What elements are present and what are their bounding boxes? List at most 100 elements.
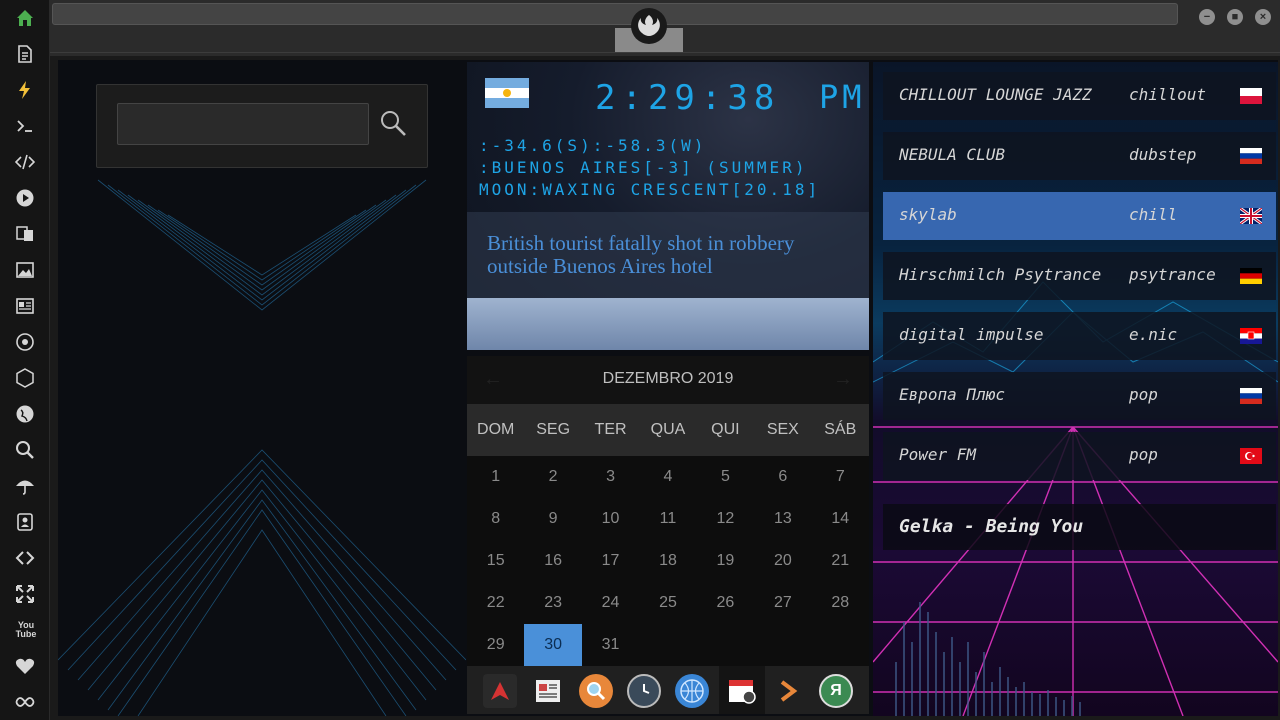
calendar-day[interactable]: 24 — [582, 582, 639, 624]
calendar-day[interactable]: 4 — [639, 456, 696, 498]
calendar-day[interactable]: 14 — [812, 498, 869, 540]
calendar-day[interactable]: 7 — [812, 456, 869, 498]
station-row[interactable]: CHILLOUT LOUNGE JAZZ chillout — [883, 72, 1276, 120]
search-icon[interactable] — [379, 109, 407, 137]
calendar-day[interactable]: 1 — [467, 456, 524, 498]
umbrella-icon[interactable] — [13, 474, 37, 498]
magnifier-icon[interactable] — [579, 674, 613, 708]
calendar-day[interactable]: 13 — [754, 498, 811, 540]
clock-time: 2:29:38 — [595, 78, 781, 118]
calendar-day[interactable]: 15 — [467, 540, 524, 582]
arrow-icon[interactable] — [771, 674, 805, 708]
station-row[interactable]: NEBULA CLUB dubstep — [883, 132, 1276, 180]
calendar-weekdays: DOM SEG TER QUA QUI SEX SÁB — [467, 404, 869, 456]
calendar-day[interactable]: 10 — [582, 498, 639, 540]
russia-flag-icon — [1240, 388, 1262, 404]
document-icon[interactable] — [13, 42, 37, 66]
search-icon[interactable] — [13, 438, 37, 462]
weekday-label: SEX — [766, 421, 799, 438]
calendar-day[interactable]: 27 — [754, 582, 811, 624]
calendar-day[interactable]: 20 — [754, 540, 811, 582]
infinity-icon[interactable] — [13, 690, 37, 714]
image-icon[interactable] — [13, 258, 37, 282]
calendar-day[interactable]: 22 — [467, 582, 524, 624]
calendar-day[interactable]: 30 — [524, 624, 582, 666]
calendar-day[interactable]: 11 — [639, 498, 696, 540]
news-headline[interactable]: British tourist fatally shot in robbery … — [487, 232, 857, 278]
calendar-day[interactable]: 8 — [467, 498, 524, 540]
calendar-day[interactable]: 25 — [639, 582, 696, 624]
calendar-day[interactable]: 28 — [812, 582, 869, 624]
clock-icon[interactable] — [627, 674, 661, 708]
contacts-icon[interactable] — [13, 510, 37, 534]
calendar-day[interactable]: 12 — [697, 498, 754, 540]
calendar-day[interactable]: 31 — [582, 624, 639, 666]
news-icon[interactable] — [13, 294, 37, 318]
heart-icon[interactable] — [13, 654, 37, 678]
calendar-day[interactable]: 29 — [467, 624, 524, 666]
weekday-label: TER — [594, 421, 627, 438]
calendar-day[interactable]: 16 — [524, 540, 581, 582]
uk-flag-icon — [1239, 206, 1263, 226]
yandex-icon[interactable]: Я — [819, 674, 853, 708]
weekday-label: DOM — [477, 421, 515, 438]
station-genre: pop — [1129, 445, 1158, 464]
arch-icon[interactable] — [483, 674, 517, 708]
address-bar[interactable] — [52, 3, 1178, 25]
youtube-label: You Tube — [15, 620, 37, 639]
maximize-button[interactable]: ■ — [1227, 9, 1243, 25]
expand-icon[interactable] — [13, 582, 37, 606]
top-bar: − ■ × — [50, 0, 1280, 56]
calendar-day[interactable]: 3 — [582, 456, 639, 498]
play-icon[interactable] — [13, 186, 37, 210]
globe-icon[interactable] — [13, 402, 37, 426]
terminal-icon[interactable] — [13, 114, 37, 138]
clock-coordinates: :-34.6(S):-58.3(W) — [479, 136, 707, 155]
home-icon[interactable] — [13, 6, 37, 30]
russia-flag-icon — [1240, 148, 1262, 164]
calendar-day[interactable]: 18 — [639, 540, 696, 582]
calendar-day[interactable]: 26 — [697, 582, 754, 624]
rebel-icon[interactable] — [13, 330, 37, 354]
search-input[interactable] — [117, 103, 369, 145]
calendar-day[interactable]: 6 — [754, 456, 811, 498]
hexagon-icon[interactable] — [13, 366, 37, 390]
globe-icon[interactable] — [675, 674, 709, 708]
germany-flag-icon — [1240, 268, 1262, 284]
station-genre: chillout — [1129, 85, 1207, 104]
calendar-day[interactable]: 23 — [524, 582, 581, 624]
calendar-next-button[interactable]: → — [833, 368, 853, 391]
station-row[interactable]: skylab chill — [883, 192, 1276, 240]
rebel-alliance-logo-icon[interactable] — [631, 8, 667, 44]
station-row[interactable]: digital impulse e.nic — [883, 312, 1276, 360]
station-name: digital impulse — [899, 325, 1044, 344]
station-row[interactable]: Европа Плюс pop — [883, 372, 1276, 420]
weekday-label: SÁB — [824, 421, 857, 438]
minimize-button[interactable]: − — [1199, 9, 1215, 25]
calendar-day[interactable]: 9 — [524, 498, 581, 540]
newspaper-icon[interactable] — [531, 674, 565, 708]
snow-band — [467, 298, 869, 350]
calendar-icon[interactable] — [719, 666, 765, 714]
close-button[interactable]: × — [1255, 9, 1271, 25]
code-icon[interactable] — [13, 150, 37, 174]
now-playing-title: Gelka - Being You — [899, 516, 1084, 537]
translate-icon[interactable] — [13, 222, 37, 246]
calendar-day[interactable]: 19 — [697, 540, 754, 582]
croatia-flag-icon — [1240, 328, 1262, 344]
calendar-day[interactable]: 2 — [524, 456, 581, 498]
calendar-day[interactable]: 21 — [812, 540, 869, 582]
youtube-icon[interactable]: You Tube — [13, 618, 39, 642]
clock-ampm: PM — [819, 78, 866, 116]
now-playing-bar: Gelka - Being You — [883, 504, 1276, 550]
app-sidebar: You Tube — [0, 0, 50, 720]
lightning-icon[interactable] — [13, 78, 37, 102]
turkey-flag-icon — [1240, 448, 1262, 464]
station-row[interactable]: Hirschmilch Psytrance psytrance — [883, 252, 1276, 300]
calendar-day[interactable]: 5 — [697, 456, 754, 498]
link-icon[interactable] — [13, 546, 37, 570]
station-row[interactable]: Power FM pop — [883, 432, 1276, 480]
poland-flag-icon — [1240, 88, 1262, 104]
calendar-day[interactable]: 17 — [582, 540, 639, 582]
clock-city: :BUENOS AIRES[-3] (SUMMER) — [479, 158, 808, 177]
